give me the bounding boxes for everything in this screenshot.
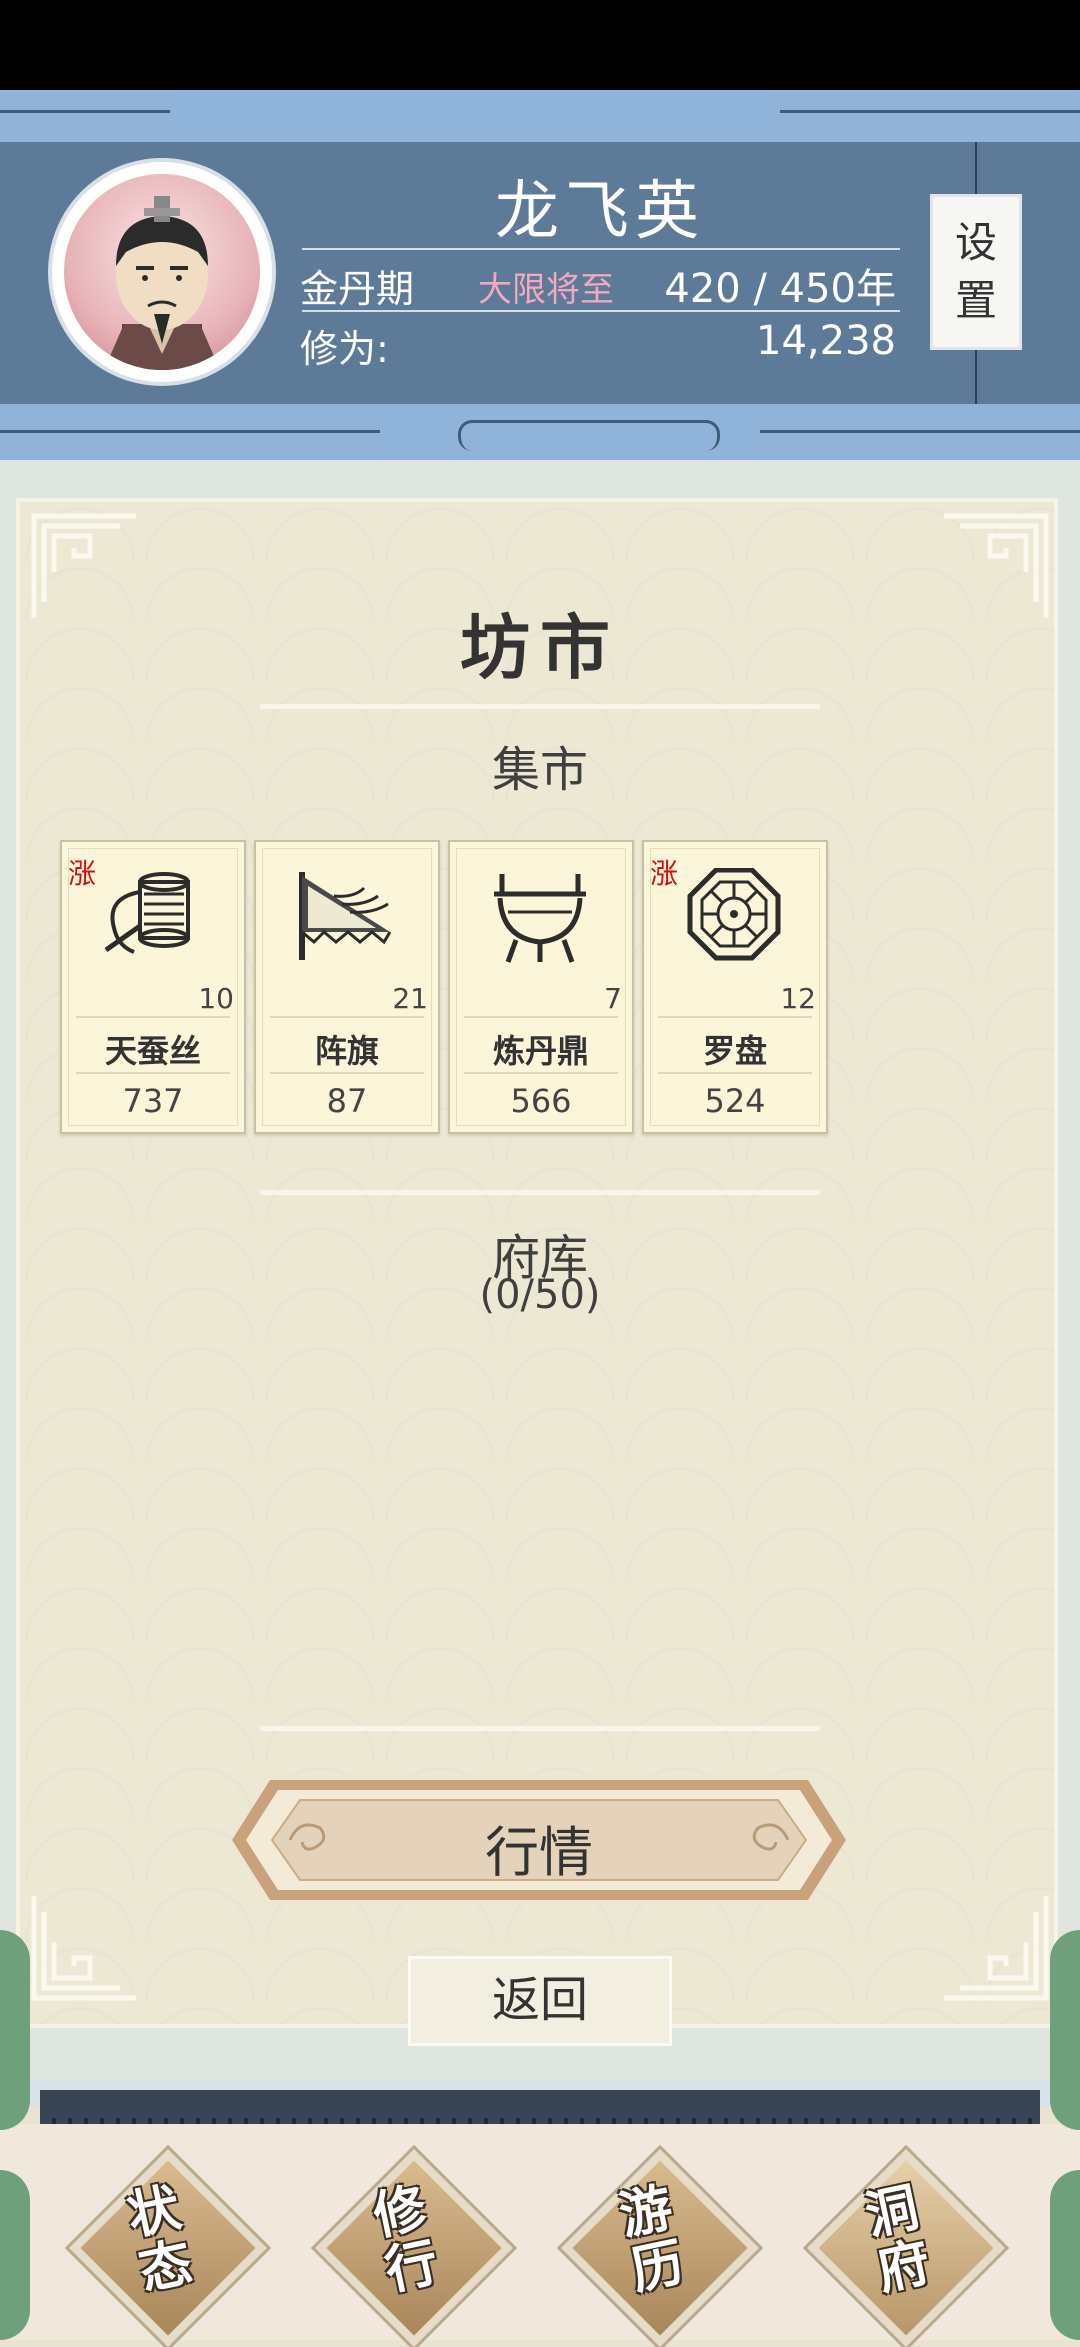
market-section-title: 集市	[491, 742, 588, 798]
price-up-tag: 涨	[68, 857, 97, 890]
corner-ornament-icon	[31, 1896, 136, 2001]
card-divider	[658, 1016, 812, 1018]
cultivation-value: 14,238	[756, 318, 896, 364]
thread-spool-icon	[104, 872, 190, 954]
settings-label-2: 置	[954, 276, 997, 325]
formation-flag-icon	[299, 872, 392, 960]
item-card-flag[interactable]: 21 阵旗 87	[254, 840, 440, 1134]
section-divider	[260, 704, 820, 709]
item-quantity: 12	[780, 982, 816, 1015]
avatar[interactable]	[52, 162, 272, 382]
nav-status-button[interactable]: 状态	[69, 2149, 267, 2347]
section-divider	[260, 1726, 820, 1731]
realm-label: 金丹期	[300, 267, 415, 311]
nav-travel-label: 游历	[614, 2176, 690, 2303]
nav-status-label: 状态	[122, 2176, 198, 2303]
item-name: 炼丹鼎	[492, 1032, 589, 1070]
player-name: 龙飞英	[495, 175, 705, 249]
nav-cultivate-button[interactable]: 修行	[315, 2149, 513, 2347]
market-trends-label: 行情	[485, 1821, 593, 1884]
card-divider	[464, 1072, 618, 1074]
bush-decoration	[1050, 2170, 1080, 2340]
storage-count: (0/50)	[479, 1272, 601, 1318]
header-decor-line	[760, 430, 1080, 433]
item-price: 566	[510, 1082, 572, 1120]
item-card-thread[interactable]: 涨 10 天蚕丝 737	[60, 840, 246, 1134]
item-name: 天蚕丝	[104, 1032, 201, 1070]
header-decor-line	[0, 110, 170, 113]
item-card-cauldron[interactable]: 7 炼丹鼎 566	[448, 840, 634, 1134]
cultivation-label: 修为:	[300, 327, 389, 371]
card-divider	[76, 1016, 230, 1018]
settings-label-1: 设	[954, 218, 997, 267]
age-value: 420 / 450年	[664, 266, 896, 312]
header-notch	[458, 420, 720, 451]
corner-ornament-icon	[944, 1896, 1049, 2001]
lifespan-warning: 大限将至	[478, 270, 614, 310]
header-divider	[302, 310, 900, 312]
nav-cave-label: 洞府	[860, 2176, 936, 2303]
nav-cave-button[interactable]: 洞府	[807, 2149, 1005, 2347]
card-divider	[464, 1016, 618, 1018]
card-divider	[270, 1072, 424, 1074]
nav-travel-button[interactable]: 游历	[561, 2149, 759, 2347]
bush-decoration	[0, 2170, 30, 2340]
item-name: 罗盘	[702, 1032, 767, 1070]
page-title: 坊市	[460, 606, 620, 689]
nav-cultivate-label: 修行	[368, 2176, 444, 2303]
section-divider	[260, 1190, 820, 1195]
item-price: 524	[704, 1082, 766, 1120]
header-decor-line	[0, 430, 380, 433]
card-divider	[658, 1072, 812, 1074]
bush-decoration	[1050, 1930, 1080, 2130]
item-price: 87	[326, 1082, 368, 1120]
item-card-compass[interactable]: 涨 12 罗盘 524	[642, 840, 828, 1134]
header-divider	[302, 248, 900, 250]
header-decor-line	[780, 110, 1080, 113]
avatar-portrait	[64, 174, 260, 370]
header-top-band	[0, 90, 1080, 142]
market-trends-button[interactable]: 行情	[230, 1778, 848, 1902]
bush-decoration	[0, 1930, 30, 2130]
card-divider	[76, 1072, 230, 1074]
bagua-compass-icon	[687, 868, 781, 961]
item-price: 737	[122, 1082, 184, 1120]
price-up-tag: 涨	[650, 857, 679, 890]
item-quantity: 21	[392, 982, 428, 1015]
card-divider	[270, 1016, 424, 1018]
item-quantity: 7	[604, 982, 622, 1015]
status-bar	[0, 0, 1080, 90]
back-button[interactable]: 返回	[408, 1956, 672, 2046]
item-quantity: 10	[198, 982, 234, 1015]
item-name: 阵旗	[314, 1032, 379, 1070]
settings-button[interactable]: 设 置	[930, 194, 1022, 350]
elder-portrait-icon	[104, 196, 220, 370]
alchemy-cauldron-icon	[494, 874, 586, 963]
